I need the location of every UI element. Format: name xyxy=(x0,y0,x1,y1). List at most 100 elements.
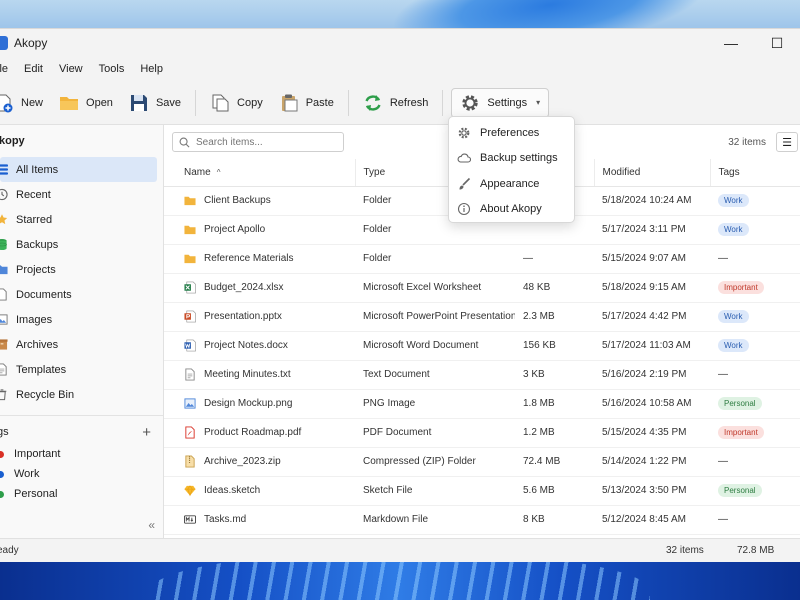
file-name: Project Apollo xyxy=(184,223,355,236)
image-icon xyxy=(0,313,8,327)
tag-badge[interactable]: Work xyxy=(718,310,749,323)
table-row[interactable]: Tasks.md Markdown File 8 KB 5/12/2024 8:45 … xyxy=(164,505,800,535)
copy-button[interactable]: Copy xyxy=(202,88,271,118)
sidebar-item-documents[interactable]: Documents xyxy=(0,282,157,307)
cell-tags: Work xyxy=(710,302,800,332)
tags-header: gs + xyxy=(0,420,163,444)
tag-color-dot xyxy=(0,470,4,478)
settings-button[interactable]: Settings ▾ xyxy=(451,87,550,118)
sidebar-item-all-items[interactable]: All Items xyxy=(0,157,157,182)
tag-badge[interactable]: Personal xyxy=(718,397,762,410)
cell-tags: — xyxy=(710,447,800,477)
list-icon xyxy=(0,163,8,177)
tag-badge[interactable]: Work xyxy=(718,194,749,207)
new-button[interactable]: New xyxy=(0,88,51,118)
tag-item-important[interactable]: Important xyxy=(0,444,163,464)
paste-label: Paste xyxy=(305,96,334,109)
menu-view[interactable]: View xyxy=(51,57,91,81)
table-row[interactable]: Archive_2023.zip Compressed (ZIP) Folder 7… xyxy=(164,447,800,477)
search-input[interactable] xyxy=(196,136,326,148)
table-row[interactable]: Project Notes.docx Microsoft Word Documen… xyxy=(164,331,800,361)
sidebar-item-archives[interactable]: Archives xyxy=(0,332,157,357)
save-icon xyxy=(130,94,147,111)
tag-item-personal[interactable]: Personal xyxy=(0,484,163,504)
cell-tags: Personal xyxy=(710,476,800,506)
sort-ascending-icon: ^ xyxy=(216,167,221,177)
table-row[interactable]: Design Mockup.png PNG Image 1.8 MB 5/16/202… xyxy=(164,389,800,419)
tag-color-dot xyxy=(0,490,4,498)
tag-item-work[interactable]: Work xyxy=(0,464,163,484)
cell-name: Project Notes.docx xyxy=(164,331,355,361)
save-button[interactable]: Save xyxy=(121,88,189,118)
tag-badge[interactable]: Important xyxy=(718,426,764,439)
folder-open-icon xyxy=(60,96,79,110)
cell-name: Design Mockup.png xyxy=(164,389,355,419)
cell-name: Archive_2023.zip xyxy=(164,447,355,477)
column-header-name[interactable]: Name ^ xyxy=(164,159,355,187)
sidebar-item-projects[interactable]: Projects xyxy=(0,257,157,282)
table-row[interactable]: Budget_2024.xlsx Microsoft Excel Workshee… xyxy=(164,273,800,303)
column-header-tags[interactable]: Tags xyxy=(709,159,800,187)
menu-item-backup-settings[interactable]: Backup settings xyxy=(449,146,574,172)
search-field[interactable] xyxy=(172,132,344,152)
cell-type: Text Document xyxy=(355,360,515,390)
refresh-button[interactable]: Refresh xyxy=(355,88,437,118)
folder-icon xyxy=(0,263,8,277)
tag-badge[interactable]: Work xyxy=(718,339,749,352)
sidebar-nav: All Items Recent Starred Backups Projects Doc… xyxy=(0,157,163,407)
cell-modified: 5/17/2024 4:42 PM xyxy=(594,302,710,332)
cell-tags: — xyxy=(710,360,800,390)
menu-help[interactable]: Help xyxy=(132,57,171,81)
sidebar-item-starred[interactable]: Starred xyxy=(0,207,157,232)
desktop-wallpaper-top xyxy=(0,0,800,28)
menu-item-appearance[interactable]: Appearance xyxy=(449,171,574,197)
list-view-icon: ☰ xyxy=(782,136,792,149)
cell-modified: 5/18/2024 9:15 AM xyxy=(594,273,710,303)
table-row[interactable]: Product Roadmap.pdf PDF Document 1.2 MB 5/1… xyxy=(164,418,800,448)
tag-badge[interactable]: Personal xyxy=(718,484,762,497)
table-row[interactable]: Meeting Minutes.txt Text Document 3 KB 5/16… xyxy=(164,360,800,390)
table-row[interactable]: Ideas.sketch Sketch File 5.6 MB 5/13/2024 3… xyxy=(164,476,800,506)
table-row[interactable]: Reference Materials Folder —5/15/2024 9:07… xyxy=(164,244,800,274)
app-logo-icon xyxy=(0,36,8,50)
menu-edit[interactable]: Edit xyxy=(16,57,51,81)
sidebar-item-images[interactable]: Images xyxy=(0,307,157,332)
cell-size: — xyxy=(515,244,594,274)
table-row[interactable]: Presentation.pptx Microsoft PowerPoint Pr… xyxy=(164,302,800,332)
cell-type: PDF Document xyxy=(355,418,515,448)
column-header-modified-label: Modified xyxy=(602,166,641,178)
cell-modified: 5/17/2024 3:11 PM xyxy=(594,215,710,245)
tag-badge[interactable]: Important xyxy=(718,281,764,294)
column-header-modified[interactable]: Modified xyxy=(593,159,710,187)
file-name: Ideas.sketch xyxy=(184,484,355,497)
maximize-button[interactable]: ☐ xyxy=(754,29,800,57)
file-name: Product Roadmap.pdf xyxy=(184,426,355,439)
menu-item-about[interactable]: About Akopy xyxy=(449,197,574,223)
view-toggle-button[interactable]: ☰ xyxy=(776,132,798,152)
trash-icon xyxy=(0,388,8,402)
collapse-sidebar-button[interactable]: « xyxy=(148,518,155,532)
copy-label: Copy xyxy=(237,96,263,109)
minimize-button[interactable]: — xyxy=(708,29,754,57)
file-name-text: Product Roadmap.pdf xyxy=(204,427,302,438)
sidebar-item-backups[interactable]: Backups xyxy=(0,232,157,257)
file-name-text: Project Apollo xyxy=(204,224,266,235)
sidebar-item-recycle-bin[interactable]: Recycle Bin xyxy=(0,382,157,407)
sidebar-item-recent[interactable]: Recent xyxy=(0,182,157,207)
file-name: Meeting Minutes.txt xyxy=(184,368,355,381)
paste-button[interactable]: Paste xyxy=(271,88,342,118)
menu-item-preferences[interactable]: Preferences xyxy=(449,120,574,146)
file-name-text: Archive_2023.zip xyxy=(204,456,281,467)
menu-tools[interactable]: Tools xyxy=(91,57,133,81)
menu-file[interactable]: ile xyxy=(0,57,16,81)
open-button[interactable]: Open xyxy=(51,88,121,118)
column-header-type-label: Type xyxy=(363,166,386,178)
add-tag-button[interactable]: + xyxy=(142,424,151,441)
sidebar-item-label: Archives xyxy=(16,338,59,351)
cell-type: Sketch File xyxy=(355,476,515,506)
file-name-text: Client Backups xyxy=(204,195,271,206)
cell-type: Compressed (ZIP) Folder xyxy=(355,447,515,477)
sidebar-item-templates[interactable]: Templates xyxy=(0,357,157,382)
tag-badge[interactable]: Work xyxy=(718,223,749,236)
refresh-icon xyxy=(365,94,381,111)
